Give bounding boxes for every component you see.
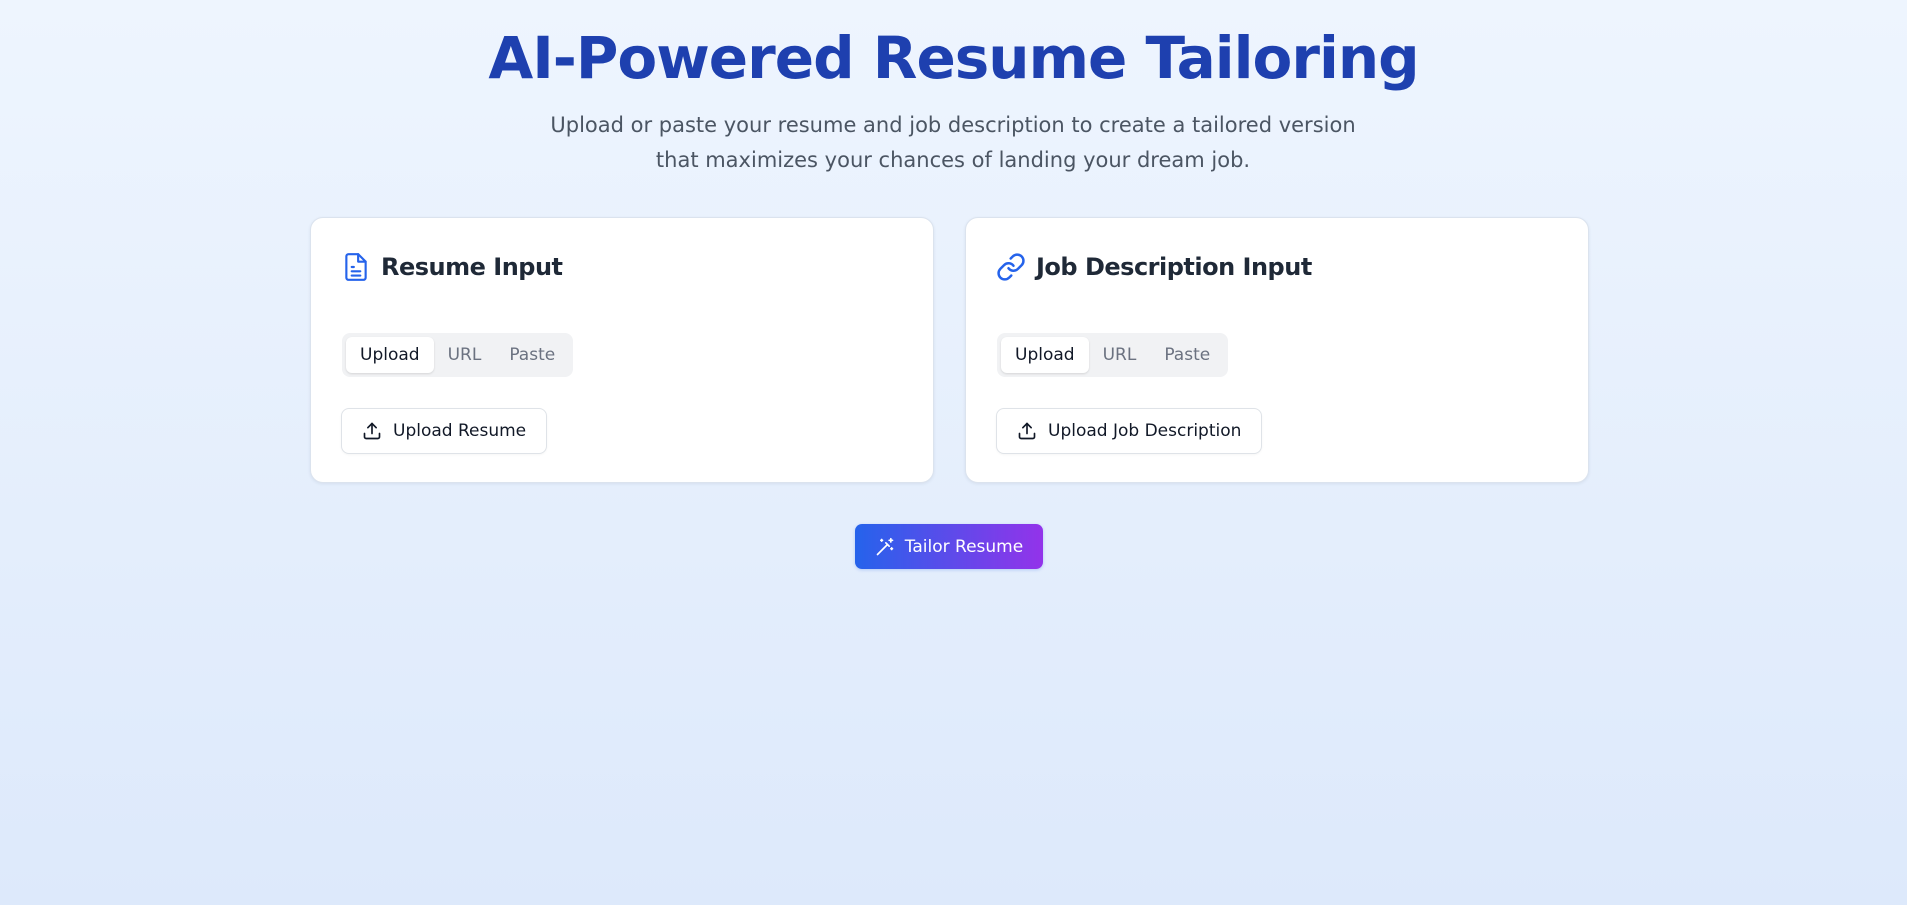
resume-input-tabs: Upload URL Paste [342, 333, 574, 377]
job-tab-url[interactable]: URL [1089, 337, 1151, 373]
tailor-resume-button[interactable]: Tailor Resume [855, 524, 1043, 569]
resume-card-header: Resume Input [341, 251, 563, 283]
page-subtitle: Upload or paste your resume and job desc… [503, 108, 1403, 178]
resume-tab-upload[interactable]: Upload [346, 337, 434, 373]
resume-tab-url[interactable]: URL [434, 337, 496, 373]
resume-tab-paste[interactable]: Paste [495, 337, 569, 373]
subtitle-line-2: that maximizes your chances of landing y… [655, 148, 1251, 172]
job-card-header: Job Description Input [996, 251, 1312, 283]
subtitle-line-1: Upload or paste your resume and job desc… [550, 113, 1356, 137]
job-input-tabs: Upload URL Paste [997, 333, 1229, 377]
resume-input-card: Resume Input Upload URL Paste Upload Res… [310, 217, 934, 483]
upload-resume-button[interactable]: Upload Resume [341, 408, 548, 454]
job-tab-upload[interactable]: Upload [1001, 337, 1089, 373]
magic-wand-icon [875, 537, 895, 557]
upload-icon [362, 421, 382, 441]
job-tab-paste[interactable]: Paste [1150, 337, 1224, 373]
document-icon [341, 252, 371, 282]
page-title: AI-Powered Resume Tailoring [488, 24, 1419, 92]
upload-resume-label: Upload Resume [393, 421, 527, 441]
resume-card-title: Resume Input [381, 253, 563, 281]
upload-job-description-button[interactable]: Upload Job Description [996, 408, 1263, 454]
upload-icon [1017, 421, 1037, 441]
upload-job-description-label: Upload Job Description [1048, 421, 1242, 441]
link-icon [996, 252, 1026, 282]
tailor-resume-label: Tailor Resume [904, 536, 1024, 557]
job-description-input-card: Job Description Input Upload URL Paste U… [965, 217, 1589, 483]
job-card-title: Job Description Input [1036, 253, 1312, 281]
